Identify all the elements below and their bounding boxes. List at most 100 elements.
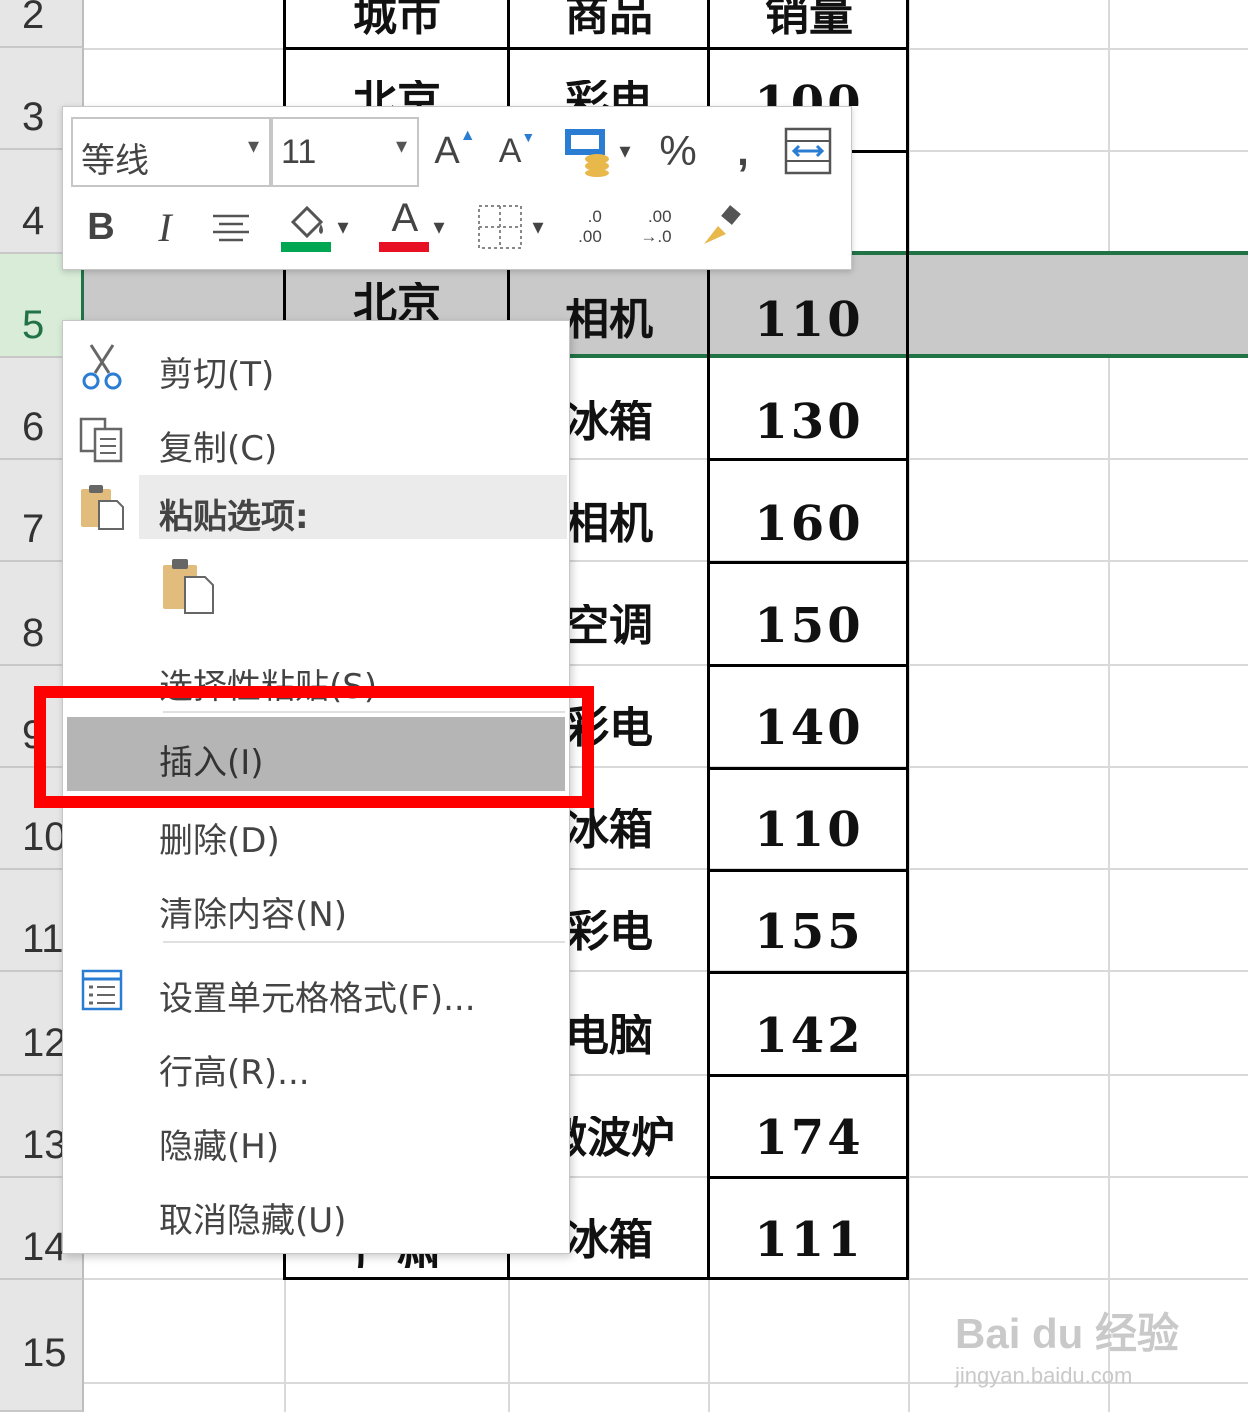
align-center-icon [213, 214, 249, 242]
increase-decimal-button[interactable]: .0 .00 [563, 197, 617, 257]
menu-separator [163, 941, 565, 943]
header-product[interactable]: 商品 [510, 0, 708, 38]
menu-item-label: 行高(R)... [159, 1053, 310, 1093]
fill-color-button[interactable]: ▾ [269, 197, 359, 257]
paste-icon [163, 559, 214, 614]
scissors-icon [82, 344, 122, 390]
cell-sales[interactable]: 160 [710, 500, 908, 552]
menu-item-label: 粘贴选项: [159, 497, 309, 537]
menu-item-cut[interactable]: 剪切(T) [63, 329, 569, 403]
table-border [283, 47, 909, 50]
table-border [708, 1176, 909, 1179]
watermark-brand: Bai du 经验 [955, 1310, 1180, 1357]
percent-style-button[interactable]: % [653, 121, 703, 181]
cell-product[interactable]: 彩电 [510, 80, 708, 106]
row-number: 6 [22, 405, 45, 449]
caret-down-icon: ▼ [521, 129, 536, 145]
currency-icon [565, 129, 610, 177]
chevron-down-icon: ▾ [433, 214, 445, 239]
row-number: 11 [22, 917, 64, 961]
cell-sales[interactable]: 100 [710, 80, 908, 106]
menu-item-label: 取消隐藏(U) [159, 1201, 347, 1241]
table-border [283, 1277, 909, 1280]
header-sales[interactable]: 销量 [710, 0, 908, 38]
column-gridline [1108, 0, 1110, 1412]
decrease-font-button[interactable]: A ▼ [495, 121, 539, 181]
merge-icon [784, 127, 832, 175]
menu-item-copy[interactable]: 复制(C) [63, 403, 569, 477]
menu-item-label: 隐藏(H) [159, 1127, 280, 1167]
table-border [708, 1074, 909, 1077]
cell-city[interactable]: 北京 [286, 282, 508, 322]
cell-sales[interactable]: 142 [710, 1012, 908, 1064]
italic-button[interactable]: I [143, 197, 187, 257]
menu-item-label: 剪切(T) [159, 355, 275, 395]
highlight-annotation-box [34, 686, 594, 808]
row-number: 10 [22, 815, 67, 859]
table-border [708, 458, 909, 461]
row-header[interactable]: 2 [0, 0, 84, 48]
header-city[interactable]: 城市 [286, 0, 508, 38]
format-painter-button[interactable] [693, 197, 749, 257]
cell-city[interactable]: 北京 [286, 80, 508, 106]
font-color-swatch [379, 242, 430, 252]
decrease-decimal-label: .00 →.0 [640, 207, 672, 246]
table-border [708, 561, 909, 564]
accounting-format-button[interactable]: ▾ [553, 121, 639, 181]
cell-sales[interactable]: 110 [710, 296, 908, 348]
row-number: 15 [22, 1331, 67, 1375]
font-size-value: 11 [281, 133, 317, 171]
row-number: 8 [22, 611, 45, 655]
font-size-combo[interactable]: 11 ▾ [271, 117, 419, 187]
chevron-down-icon: ▾ [532, 214, 544, 239]
row-number: 13 [22, 1123, 67, 1167]
cell-sales[interactable]: 130 [710, 398, 908, 450]
comma-style-button[interactable]: , [723, 121, 763, 181]
table-border [708, 869, 909, 872]
chevron-down-icon: ▾ [337, 214, 349, 239]
table-border [708, 767, 909, 770]
row-number: 3 [22, 95, 45, 139]
decrease-font-label: A [498, 131, 522, 170]
bold-button[interactable]: B [79, 197, 123, 257]
menu-item-paste-options: 粘贴选项: [63, 475, 569, 539]
decrease-decimal-button[interactable]: .00 →.0 [629, 197, 683, 257]
font-name-combo[interactable]: 等线 ▾ [71, 117, 271, 187]
font-color-letter: A [391, 196, 419, 240]
watermark-url: jingyan.baidu.com [955, 1363, 1133, 1388]
cell-sales[interactable]: 150 [710, 602, 908, 654]
menu-item-label: 删除(D) [159, 821, 280, 861]
format-cells-icon [81, 969, 123, 1011]
align-center-button[interactable] [203, 197, 259, 257]
row-header[interactable]: 15 [0, 1280, 84, 1412]
font-color-button[interactable]: A ▾ [367, 196, 457, 257]
increase-font-label: A [434, 129, 460, 172]
cell-sales[interactable]: 174 [710, 1114, 908, 1166]
chevron-down-icon: ▾ [395, 133, 407, 158]
increase-font-button[interactable]: A ▲ [433, 121, 477, 181]
borders-icon [478, 205, 523, 249]
cell-sales[interactable]: 111 [710, 1216, 908, 1268]
paint-bucket-icon [281, 205, 332, 252]
cell-sales[interactable]: 110 [710, 806, 908, 858]
row-number: 7 [22, 507, 45, 551]
row-number: 14 [22, 1225, 67, 1269]
menu-item-format-cells[interactable]: 设置单元格格式(F)... [63, 953, 569, 1027]
clipboard-icon [81, 485, 124, 530]
menu-item-unhide[interactable]: 取消隐藏(U) [63, 1175, 569, 1249]
merge-center-button[interactable] [781, 121, 835, 181]
mini-toolbar: 等线 ▾ 11 ▾ A ▲ A ▼ ▾ % , B I ▾ A ▾ ▾ .0 .… [62, 106, 852, 270]
cell-sales[interactable]: 140 [710, 704, 908, 756]
caret-up-icon: ▲ [459, 127, 476, 144]
menu-item-label: 复制(C) [159, 429, 278, 469]
borders-button[interactable]: ▾ [463, 197, 557, 257]
paste-button[interactable] [157, 555, 217, 617]
menu-item-clear-contents[interactable]: 清除内容(N) [63, 869, 569, 943]
font-name-value: 等线 [81, 142, 149, 180]
chevron-down-icon: ▾ [619, 138, 631, 163]
menu-item-label: 设置单元格格式(F)... [159, 979, 476, 1019]
cell-sales[interactable]: 155 [710, 908, 908, 960]
menu-item-hide[interactable]: 隐藏(H) [63, 1101, 569, 1175]
menu-item-row-height[interactable]: 行高(R)... [63, 1027, 569, 1101]
table-border [708, 971, 909, 974]
